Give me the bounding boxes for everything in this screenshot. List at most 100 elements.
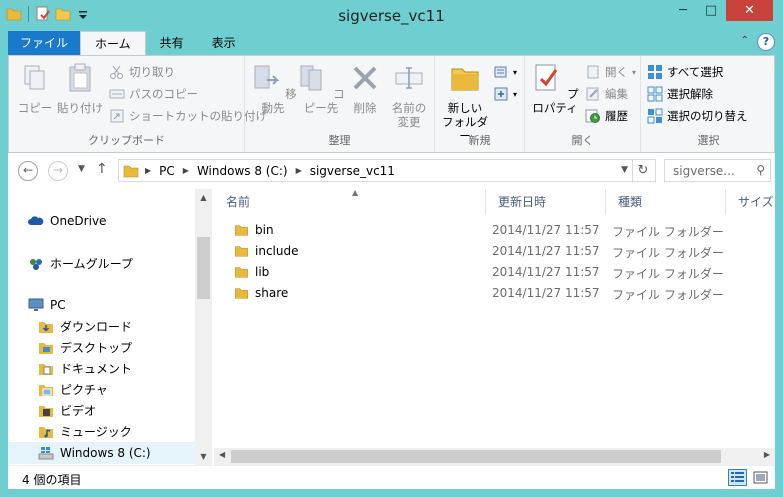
rename-button[interactable]: 名前の 変更 <box>387 60 431 129</box>
file-row[interactable]: bin 2014/11/27 11:57 ファイル フォルダー <box>214 220 775 241</box>
invert-selection-button[interactable]: 選択の切り替え <box>647 106 748 126</box>
up-arrow-icon[interactable]: ↑ <box>96 161 108 177</box>
nav-item-videos[interactable]: ビデオ <box>38 402 96 419</box>
history-button[interactable]: 履歴 <box>585 106 628 126</box>
nav-item-pc[interactable]: PC <box>28 297 66 313</box>
file-row[interactable]: share 2014/11/27 11:57 ファイル フォルダー <box>214 283 775 304</box>
ribbon-collapse-icon[interactable]: ⌃ <box>741 35 749 46</box>
copy-path-button[interactable]: パスのコピー <box>109 84 198 104</box>
close-button[interactable]: ✕ <box>726 0 773 21</box>
scroll-down-icon[interactable]: ▼ <box>195 452 212 461</box>
recent-locations-dropdown-icon[interactable]: ▼ <box>78 164 85 174</box>
status-bar: 4 個の項目 <box>8 465 775 489</box>
copy-label: コピー <box>17 101 53 115</box>
breadcrumb-separator[interactable]: ▶ <box>145 166 151 175</box>
select-none-button[interactable]: 選択解除 <box>647 84 713 104</box>
nav-item-documents[interactable]: ドキュメント <box>38 360 132 377</box>
back-button[interactable]: ← <box>18 161 38 181</box>
copy-path-label: パスのコピー <box>129 87 198 101</box>
address-bar[interactable]: ▶ PC ▶ Windows 8 (C:) ▶ sigverse_vc11 ▼ <box>118 159 633 182</box>
paste-button[interactable]: 貼り付け <box>57 60 103 115</box>
column-header-name[interactable]: 名前 <box>214 189 486 215</box>
new-folder-label-line1: 新しい <box>447 101 483 115</box>
window-title: sigverse_vc11 <box>338 7 445 25</box>
cut-button[interactable]: 切り取り <box>109 62 175 82</box>
search-icon[interactable]: ⚲ <box>756 163 765 177</box>
scroll-right-icon[interactable]: ▶ <box>764 450 770 459</box>
invert-selection-label: 選択の切り替え <box>667 109 748 123</box>
file-name-cell[interactable]: include <box>234 244 298 258</box>
edit-label: 編集 <box>605 87 628 101</box>
select-all-label: すべて選択 <box>667 65 724 79</box>
tab-file[interactable]: ファイル <box>8 31 81 56</box>
nav-item-downloads[interactable]: ダウンロード <box>38 318 132 335</box>
move-to-button[interactable]: 移動先 <box>249 60 297 115</box>
maximize-button[interactable]: □ <box>698 0 724 21</box>
file-name-cell[interactable]: share <box>234 286 288 300</box>
file-type: ファイル フォルダー <box>612 267 724 281</box>
nav-item-pictures[interactable]: ピクチャ <box>38 381 108 398</box>
scroll-up-icon[interactable]: ▲ <box>195 193 212 202</box>
nav-item-drive-c[interactable]: Windows 8 (C:) <box>8 442 195 464</box>
nav-item-label: Windows 8 (C:) <box>60 446 151 460</box>
copy-to-button[interactable]: コピー先 <box>297 60 345 115</box>
rename-icon <box>395 67 423 89</box>
new-item-button[interactable]: ▾ <box>493 62 517 82</box>
address-dropdown-icon[interactable]: ▼ <box>621 165 628 175</box>
nav-item-music[interactable]: ミュージック <box>38 423 132 440</box>
nav-item-homegroup[interactable]: ホームグループ <box>28 255 133 272</box>
properties-button[interactable]: プロパティ <box>527 60 583 115</box>
file-name-cell[interactable]: bin <box>234 223 274 237</box>
delete-x-icon <box>353 66 377 90</box>
open-icon <box>587 65 599 79</box>
copy-path-icon <box>109 89 125 99</box>
scroll-left-icon[interactable]: ◀ <box>219 450 225 459</box>
delete-button[interactable]: 削除 <box>345 60 385 115</box>
music-folder-icon <box>39 426 53 438</box>
paste-shortcut-button[interactable]: ショートカットの貼り付け <box>109 106 267 126</box>
nav-item-onedrive[interactable]: OneDrive <box>28 213 106 229</box>
edit-button[interactable]: 編集 <box>585 84 628 104</box>
breadcrumb-drive[interactable]: Windows 8 (C:) <box>197 164 288 178</box>
file-row[interactable]: include 2014/11/27 11:57 ファイル フォルダー <box>214 241 775 262</box>
file-list-horizontal-scrollbar[interactable]: ◀ ▶ <box>214 448 775 465</box>
tab-share[interactable]: 共有 <box>146 31 198 56</box>
details-view-button[interactable] <box>728 469 747 486</box>
minimize-button[interactable]: ─ <box>670 0 696 21</box>
ribbon: コピー 貼り付け 切り取り パスのコピー ショートカットの貼り付け クリップボー… <box>8 55 775 153</box>
file-modified: 2014/11/27 11:57 <box>492 244 600 258</box>
open-button[interactable]: 開く ▾ <box>585 62 636 82</box>
column-header-size[interactable]: サイズ <box>726 189 775 215</box>
column-header-type[interactable]: 種類 <box>606 189 726 215</box>
tab-view[interactable]: 表示 <box>198 31 250 56</box>
select-none-label: 選択解除 <box>667 87 713 101</box>
large-icons-view-button[interactable] <box>751 469 770 486</box>
help-icon[interactable]: ? <box>757 33 775 51</box>
file-row[interactable]: lib 2014/11/27 11:57 ファイル フォルダー <box>214 262 775 283</box>
title-bar[interactable]: sigverse_vc11 ─ □ ✕ <box>0 0 783 31</box>
scrollbar-thumb[interactable] <box>231 450 721 463</box>
file-name-cell[interactable]: lib <box>234 265 269 279</box>
navigation-pane-scrollbar[interactable]: ▲ ▼ <box>195 189 212 465</box>
refresh-button[interactable]: ↻ <box>631 159 656 182</box>
search-box[interactable]: sigverse... ⚲ <box>664 159 771 182</box>
scrollbar-thumb[interactable] <box>197 237 210 299</box>
breadcrumb-folder[interactable]: sigverse_vc11 <box>310 164 395 178</box>
tab-home[interactable]: ホーム <box>80 31 146 56</box>
properties-icon <box>535 64 558 91</box>
breadcrumb-separator[interactable]: ▶ <box>296 166 302 175</box>
cut-label: 切り取り <box>129 65 175 79</box>
easy-access-button[interactable]: ▾ <box>493 84 517 104</box>
open-group-label: 開く <box>571 134 594 147</box>
breadcrumb-separator[interactable]: ▶ <box>183 166 189 175</box>
forward-button[interactable]: → <box>48 161 68 181</box>
new-folder-button[interactable]: 新しい フォルダー <box>439 60 491 143</box>
select-all-button[interactable]: すべて選択 <box>647 62 723 82</box>
history-icon <box>585 109 600 123</box>
file-modified: 2014/11/27 11:57 <box>492 286 600 300</box>
column-header-modified[interactable]: 更新日時 <box>486 189 606 215</box>
copy-button[interactable]: コピー <box>15 60 55 115</box>
breadcrumb-pc[interactable]: PC <box>159 164 175 178</box>
nav-item-desktop[interactable]: デスクトップ <box>38 339 132 356</box>
select-all-icon <box>648 65 662 79</box>
